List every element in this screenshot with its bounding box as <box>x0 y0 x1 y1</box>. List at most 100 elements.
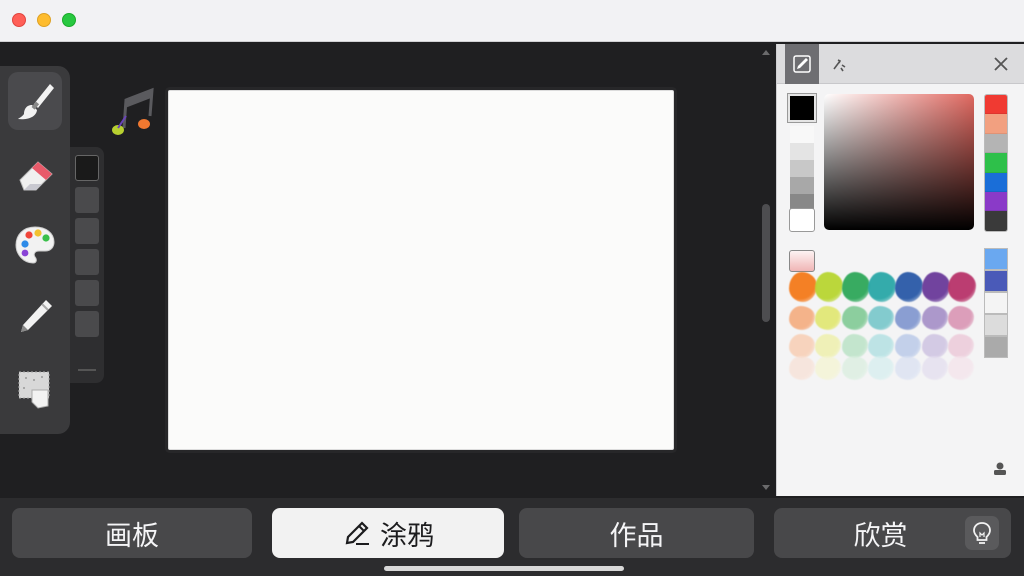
color-panel-header <box>777 44 1024 84</box>
tab-works-label: 作品 <box>609 520 664 552</box>
paint-color-swatch[interactable] <box>868 306 894 330</box>
paint-color-swatch[interactable] <box>789 272 817 302</box>
paint-color-swatch[interactable] <box>948 356 974 380</box>
tab-doodle-label: 涂鸦 <box>380 520 434 552</box>
tab-canvas[interactable]: 画板 <box>12 508 252 558</box>
paint-color-swatch[interactable] <box>815 306 841 330</box>
paint-color-swatch[interactable] <box>922 272 950 302</box>
brush-preview-swatch[interactable] <box>789 250 815 272</box>
tab-effects[interactable] <box>819 44 859 84</box>
eraser-icon <box>19 161 53 191</box>
lightbulb-icon <box>973 522 991 544</box>
current-color-swatch[interactable] <box>788 94 816 122</box>
gray-swatch[interactable] <box>790 177 814 194</box>
paint-color-swatch[interactable] <box>842 334 868 358</box>
paint-color-swatch[interactable] <box>842 272 870 302</box>
hue-swatch-column <box>984 94 1008 232</box>
paint-color-swatch[interactable] <box>868 334 894 358</box>
paint-color-swatch[interactable] <box>868 356 894 380</box>
tab-gallery-label: 欣赏 <box>853 520 908 552</box>
tab-canvas-label: 画板 <box>105 520 159 552</box>
hint-button[interactable] <box>965 516 999 550</box>
scroll-thumb[interactable] <box>762 204 770 322</box>
paint-color-swatch[interactable] <box>895 356 921 380</box>
layer-slot[interactable] <box>75 249 99 275</box>
side-color-swatch[interactable] <box>984 314 1008 336</box>
pen-tool-button[interactable] <box>8 288 62 346</box>
paint-color-swatch[interactable] <box>789 356 815 380</box>
paint-color-swatch[interactable] <box>948 306 974 330</box>
drawing-canvas[interactable] <box>168 90 674 450</box>
close-window-button[interactable] <box>12 13 26 27</box>
layer-slot[interactable] <box>75 187 99 213</box>
tab-gallery[interactable]: 欣赏 <box>774 508 1011 558</box>
brush-tool-button[interactable] <box>8 72 62 130</box>
pencil-icon <box>342 518 372 548</box>
paint-color-swatch[interactable] <box>815 356 841 380</box>
tool-dock <box>0 66 70 434</box>
gray-swatch[interactable] <box>790 143 814 160</box>
layer-slot[interactable] <box>75 311 99 337</box>
hue-swatch[interactable] <box>985 95 1007 115</box>
side-color-swatch[interactable] <box>984 336 1008 358</box>
color-panel <box>776 44 1024 496</box>
hue-swatch[interactable] <box>985 191 1007 212</box>
layer-slot[interactable] <box>75 280 99 306</box>
eraser-tool-button[interactable] <box>8 144 62 202</box>
brush-color-icon <box>793 55 811 73</box>
side-color-swatch[interactable] <box>984 270 1008 292</box>
bottom-tab-bar: 画板 涂鸦 作品 欣赏 <box>0 498 1024 576</box>
stamp-icon[interactable] <box>991 460 1009 478</box>
hue-swatch[interactable] <box>985 153 1007 173</box>
vertical-scrollbar[interactable] <box>758 44 774 496</box>
layer-strip <box>70 147 104 383</box>
tab-works[interactable]: 作品 <box>519 508 754 558</box>
tab-doodle[interactable]: 涂鸦 <box>272 508 504 558</box>
layer-strip-handle[interactable] <box>78 369 96 371</box>
paint-color-swatch[interactable] <box>895 306 921 330</box>
close-panel-button[interactable] <box>989 52 1013 76</box>
paint-color-swatch[interactable] <box>789 306 815 330</box>
paint-color-swatch[interactable] <box>895 334 921 358</box>
layer-slot[interactable] <box>75 218 99 244</box>
gray-swatch[interactable] <box>790 126 814 143</box>
paintbrush-icon <box>18 84 54 120</box>
layer-slot[interactable] <box>75 155 99 181</box>
gray-swatch[interactable] <box>790 160 814 177</box>
paint-color-swatch[interactable] <box>842 306 868 330</box>
paint-color-swatch[interactable] <box>948 272 976 302</box>
minimize-window-button[interactable] <box>37 13 51 27</box>
hue-swatch[interactable] <box>985 211 1007 231</box>
close-icon <box>994 57 1008 71</box>
title-bar <box>0 0 1024 42</box>
home-indicator <box>384 566 624 571</box>
maximize-window-button[interactable] <box>62 13 76 27</box>
side-swatch-column <box>984 248 1008 360</box>
sparkle-icon <box>833 59 846 72</box>
texture-paper-icon <box>18 371 50 409</box>
saturation-value-picker[interactable] <box>824 94 974 230</box>
music-note-icon <box>112 87 154 135</box>
paint-color-swatch[interactable] <box>922 356 948 380</box>
texture-tool-button[interactable] <box>8 360 62 418</box>
white-color-swatch[interactable] <box>789 208 815 232</box>
paint-color-swatch[interactable] <box>895 272 923 302</box>
paint-color-swatch[interactable] <box>922 306 948 330</box>
palette-icon <box>15 226 55 264</box>
palette-tool-button[interactable] <box>8 216 62 274</box>
hue-swatch[interactable] <box>985 114 1007 134</box>
paint-color-swatch[interactable] <box>922 334 948 358</box>
paint-color-swatch[interactable] <box>842 356 868 380</box>
scroll-down-arrow[interactable] <box>762 485 770 490</box>
paint-color-swatch[interactable] <box>815 334 841 358</box>
paint-color-swatch[interactable] <box>789 334 815 358</box>
scroll-up-arrow[interactable] <box>762 50 770 55</box>
side-color-swatch[interactable] <box>984 292 1008 314</box>
hue-swatch[interactable] <box>985 172 1007 192</box>
side-color-swatch[interactable] <box>984 248 1008 270</box>
hue-swatch[interactable] <box>985 133 1007 154</box>
paint-color-swatch[interactable] <box>948 334 974 358</box>
tab-brush-color[interactable] <box>785 44 819 84</box>
paint-color-swatch[interactable] <box>868 272 896 302</box>
paint-color-swatch[interactable] <box>815 272 843 302</box>
